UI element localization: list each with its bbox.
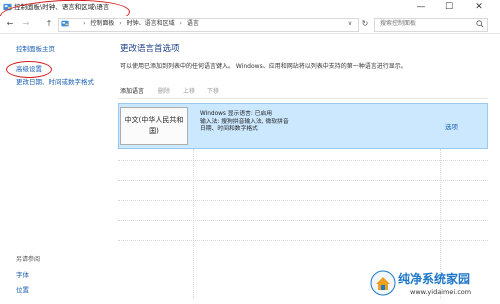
see-also-location[interactable]: 位置	[16, 285, 29, 295]
breadcrumb-language[interactable]: 语言	[187, 20, 199, 27]
page-title: 更改语言首选项	[120, 44, 180, 54]
control-panel-icon	[61, 20, 69, 27]
list-gridline	[118, 160, 488, 161]
close-button[interactable]: ✕	[468, 0, 490, 16]
sidebar-control-panel-home[interactable]: 控制面板主页	[16, 44, 55, 54]
add-language-button[interactable]: 添加语言	[120, 87, 144, 97]
remove-language-button[interactable]: 删除	[158, 87, 170, 97]
search-icon[interactable]	[476, 20, 484, 28]
sidebar-change-date-time-format[interactable]: 更改日期、时间或数字格式	[16, 77, 94, 87]
language-options-link[interactable]: 选项	[445, 122, 458, 132]
see-also-header: 另请参阅	[16, 256, 41, 263]
language-info: Windows 显示语言: 已启用 输入法: 搜狗拼音输入法, 微软拼音 日期、…	[200, 111, 289, 134]
language-toolbar	[118, 86, 488, 99]
breadcrumb-separator: ›	[83, 20, 86, 27]
up-button[interactable]: ↑	[44, 18, 54, 30]
breadcrumb: › 控制面板 › 时钟、语言和区域 › 语言	[83, 19, 202, 29]
list-gridline	[193, 149, 194, 299]
language-name: 中文(中华人民共和国)	[124, 116, 184, 135]
address-dropdown-button[interactable]: ∨	[344, 18, 356, 30]
date-time-format: 日期、时间和数字格式	[200, 126, 258, 133]
watermark-brand: 纯净系统家园	[398, 272, 471, 286]
annotation-ellipse	[6, 61, 52, 78]
breadcrumb-separator: ›	[119, 20, 122, 27]
move-down-button[interactable]: 下移	[207, 87, 219, 97]
move-up-button[interactable]: 上移	[183, 87, 195, 97]
display-language-status: Windows 显示语言: 已启用	[200, 111, 273, 117]
search-placeholder: 搜索控制面板	[380, 20, 417, 27]
list-gridline	[118, 200, 488, 201]
list-gridline	[118, 220, 488, 221]
house-logo-icon	[370, 270, 396, 296]
see-also-fonts[interactable]: 字体	[16, 270, 29, 280]
language-name-button[interactable]: 中文(中华人民共和国)	[120, 107, 188, 145]
refresh-button[interactable]: ↻	[359, 18, 371, 30]
minimize-button[interactable]: —	[410, 0, 432, 16]
forward-button[interactable]: →	[21, 18, 31, 30]
list-gridline	[118, 240, 488, 241]
watermark-url: www.yidaimei.com	[410, 288, 472, 296]
back-button[interactable]: ←	[5, 18, 15, 30]
maximize-button[interactable]: ☐	[438, 0, 460, 16]
page-description: 可以使用已添加到列表中的任何语言键入。 Windows、应用和网站将以列表中支持…	[120, 63, 407, 70]
breadcrumb-separator: ›	[179, 20, 182, 27]
breadcrumb-control-panel[interactable]: 控制面板	[90, 20, 114, 27]
list-gridline	[118, 180, 488, 181]
breadcrumb-clock-language-region[interactable]: 时钟、语言和区域	[127, 20, 175, 27]
